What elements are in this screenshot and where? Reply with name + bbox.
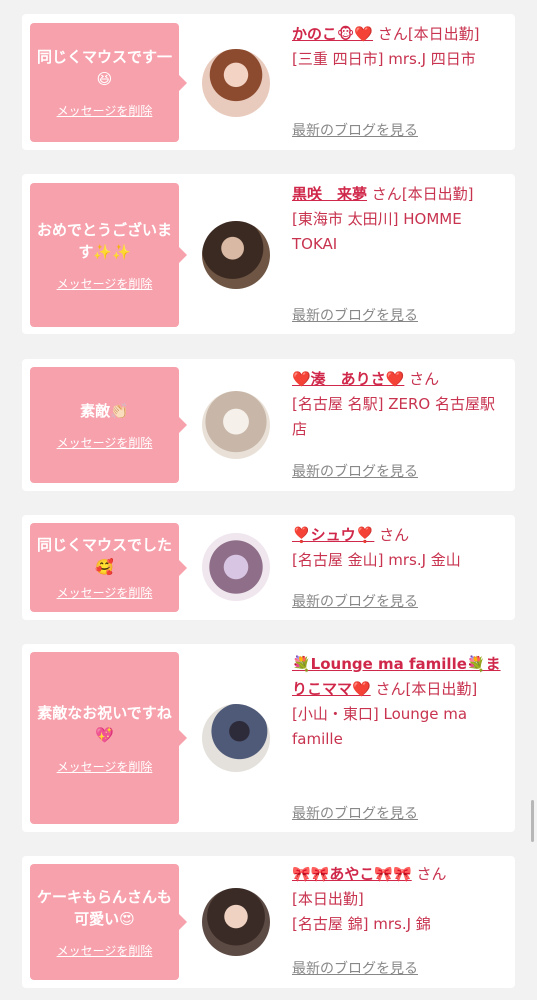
sender-info: 💐Lounge ma famille💐まりこママ❤️ さん[本日出勤] [小山・… <box>292 652 506 752</box>
honorific: さん <box>377 25 408 43</box>
avatar[interactable] <box>202 391 270 459</box>
avatar[interactable] <box>202 221 270 289</box>
message-bubble: ケーキもらんさんも可愛い😍 メッセージを削除 <box>30 864 187 980</box>
message-card: 素敵👏🏻 メッセージを削除 ❤️湊 ありさ❤️ さん [名古屋 名駅] ZERO… <box>22 359 515 491</box>
shop-info: [東海市 太田川] HOMME TOKAI <box>292 210 462 253</box>
message-card: 同じくマウスです一😆 メッセージを削除 かのこ🐵❤️ さん[本日出勤] [三重 … <box>22 14 515 150</box>
latest-blog-link[interactable]: 最新のブログを見る <box>292 958 418 978</box>
honorific: さん <box>379 526 410 544</box>
honorific: さん <box>375 680 406 698</box>
latest-blog-link[interactable]: 最新のブログを見る <box>292 461 418 481</box>
delete-message-link[interactable]: メッセージを削除 <box>57 102 153 119</box>
message-card: おめでとうございます✨✨ メッセージを削除 黒咲 来夢 さん[本日出勤] [東海… <box>22 174 515 334</box>
message-text: 素敵👏🏻 <box>80 401 129 420</box>
sender-name-link[interactable]: ❣️シュウ❣️ <box>292 526 374 544</box>
work-status: [本日出勤] <box>401 185 474 203</box>
sender-name-link[interactable]: 黒咲 来夢 <box>292 185 367 203</box>
message-bubble: おめでとうございます✨✨ メッセージを削除 <box>30 183 187 327</box>
message-card: 素敵なお祝いですね💖 メッセージを削除 💐Lounge ma famille💐ま… <box>22 644 515 832</box>
delete-message-link[interactable]: メッセージを削除 <box>57 942 153 959</box>
avatar[interactable] <box>202 533 270 601</box>
shop-info: [小山・東口] Lounge ma famille <box>292 705 468 748</box>
delete-message-link[interactable]: メッセージを削除 <box>57 584 153 601</box>
latest-blog-link[interactable]: 最新のブログを見る <box>292 591 418 611</box>
avatar[interactable] <box>202 888 270 956</box>
work-status: [本日出勤] <box>292 890 364 908</box>
sender-name-link[interactable]: 🎀🎀あやこ🎀🎀 <box>292 865 412 883</box>
message-bubble: 素敵👏🏻 メッセージを削除 <box>30 367 187 483</box>
sender-info: 黒咲 来夢 さん[本日出勤] [東海市 太田川] HOMME TOKAI <box>292 182 506 257</box>
message-text: 同じくマウスです一😆 <box>36 48 172 88</box>
message-bubble: 素敵なお祝いですね💖 メッセージを削除 <box>30 652 187 824</box>
shop-info: [名古屋 金山] mrs.J 金山 <box>292 551 461 569</box>
sender-name-link[interactable]: ❤️湊 ありさ❤️ <box>292 370 404 388</box>
avatar[interactable] <box>202 49 270 117</box>
sender-name-link[interactable]: かのこ🐵❤️ <box>292 25 373 43</box>
message-text: 同じくマウスでした🥰 <box>36 536 172 576</box>
shop-info: [三重 四日市] mrs.J 四日市 <box>292 50 476 68</box>
scrollbar[interactable] <box>531 800 534 842</box>
message-text: ケーキもらんさんも可愛い😍 <box>36 887 172 928</box>
message-card: 同じくマウスでした🥰 メッセージを削除 ❣️シュウ❣️ さん [名古屋 金山] … <box>22 515 515 620</box>
sender-info: 🎀🎀あやこ🎀🎀 さん [本日出勤] [名古屋 錦] mrs.J 錦 <box>292 862 506 937</box>
delete-message-link[interactable]: メッセージを削除 <box>57 758 153 775</box>
message-card: ケーキもらんさんも可愛い😍 メッセージを削除 🎀🎀あやこ🎀🎀 さん [本日出勤]… <box>22 856 515 988</box>
message-bubble: 同じくマウスです一😆 メッセージを削除 <box>30 23 187 142</box>
honorific: さん <box>371 185 402 203</box>
shop-info: [名古屋 錦] mrs.J 錦 <box>292 915 431 933</box>
latest-blog-link[interactable]: 最新のブログを見る <box>292 120 418 140</box>
work-status: [本日出勤] <box>405 680 478 698</box>
honorific: さん <box>409 370 440 388</box>
message-text: 素敵なお祝いですね💖 <box>37 703 172 744</box>
sender-info: ❤️湊 ありさ❤️ さん [名古屋 名駅] ZERO 名古屋駅店 <box>292 367 506 442</box>
honorific: さん <box>416 865 447 883</box>
sender-info: ❣️シュウ❣️ さん [名古屋 金山] mrs.J 金山 <box>292 523 506 573</box>
message-text: おめでとうございます✨✨ <box>36 220 172 261</box>
sender-info: かのこ🐵❤️ さん[本日出勤] [三重 四日市] mrs.J 四日市 <box>292 22 506 72</box>
shop-info: [名古屋 名駅] ZERO 名古屋駅店 <box>292 395 495 438</box>
latest-blog-link[interactable]: 最新のブログを見る <box>292 305 418 325</box>
message-bubble: 同じくマウスでした🥰 メッセージを削除 <box>30 523 187 612</box>
avatar[interactable] <box>202 704 270 772</box>
delete-message-link[interactable]: メッセージを削除 <box>57 434 153 451</box>
delete-message-link[interactable]: メッセージを削除 <box>57 275 153 292</box>
latest-blog-link[interactable]: 最新のブログを見る <box>292 803 418 823</box>
work-status: [本日出勤] <box>407 25 480 43</box>
